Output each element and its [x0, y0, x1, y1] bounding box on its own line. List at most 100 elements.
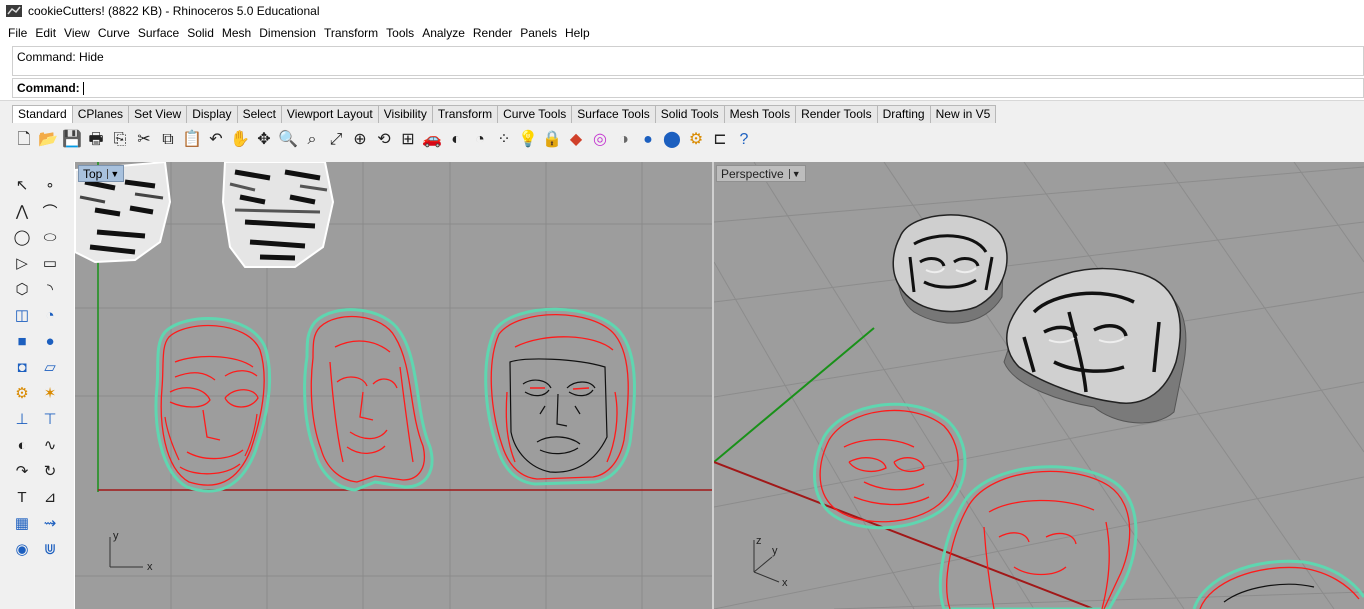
menu-analyze[interactable]: Analyze	[418, 26, 469, 40]
menu-help[interactable]: Help	[561, 26, 594, 40]
tab-mesh-tools[interactable]: Mesh Tools	[723, 105, 797, 123]
help-icon[interactable]: ?	[734, 129, 754, 151]
hide-icon[interactable]: ◐	[446, 129, 466, 151]
trim-icon[interactable]: ⊥	[10, 408, 34, 430]
viewport-menu-arrow-icon[interactable]: ▼	[107, 168, 119, 179]
top-viewport-canvas[interactable]: y x	[75, 162, 712, 609]
render-icon[interactable]: ⬤	[662, 129, 682, 151]
print-icon[interactable]: 🖶	[86, 129, 106, 151]
lock-icon[interactable]: 🔒	[542, 129, 562, 151]
tab-set-view[interactable]: Set View	[128, 105, 188, 123]
point-icon[interactable]: ∘	[38, 174, 62, 196]
select-icon[interactable]: ↖	[10, 174, 34, 196]
cylinder-icon[interactable]: ◘	[10, 356, 34, 378]
curve-offset-icon[interactable]: ↷	[10, 460, 34, 482]
open-icon[interactable]: 📂	[38, 129, 58, 151]
top-viewport[interactable]: y x Top ▼	[75, 162, 712, 609]
menu-surface[interactable]: Surface	[134, 26, 183, 40]
paste-icon[interactable]: 📋	[182, 129, 202, 151]
tab-visibility[interactable]: Visibility	[377, 105, 433, 123]
surface-icon[interactable]: ◫	[10, 304, 34, 326]
boolean-icon[interactable]: ⚙	[10, 382, 34, 404]
layers-icon[interactable]: ◆	[566, 129, 586, 151]
menu-solid[interactable]: Solid	[183, 26, 218, 40]
menu-edit[interactable]: Edit	[31, 26, 60, 40]
light-icon[interactable]: 💡	[518, 129, 538, 151]
box-icon[interactable]: ■	[10, 330, 34, 352]
gumball-icon[interactable]: ◉	[10, 538, 34, 560]
curve-icon[interactable]: ⌒	[38, 200, 62, 222]
menu-panels[interactable]: Panels	[516, 26, 561, 40]
zoom-dynamic-icon[interactable]: 🔍	[278, 129, 298, 151]
tab-surface-tools[interactable]: Surface Tools	[571, 105, 656, 123]
dimension-icon[interactable]: ⊏	[710, 129, 730, 151]
menu-dimension[interactable]: Dimension	[255, 26, 320, 40]
tab-curve-tools[interactable]: Curve Tools	[497, 105, 573, 123]
viewport-layout-icon[interactable]: ⊞	[398, 129, 418, 151]
undo-icon[interactable]: ↶	[206, 129, 226, 151]
split-icon[interactable]: ⊤	[38, 408, 62, 430]
menu-render[interactable]: Render	[469, 26, 516, 40]
import-icon[interactable]: ⎘	[110, 129, 130, 151]
ellipse-icon[interactable]: ⬭	[38, 226, 62, 248]
circle-icon[interactable]: ◯	[10, 226, 34, 248]
zoom-window-icon[interactable]: ⌕	[302, 129, 322, 151]
flow-icon[interactable]: ⇝	[38, 512, 62, 534]
array-icon[interactable]: ▦	[10, 512, 34, 534]
viewport-menu-arrow-icon[interactable]: ▼	[788, 168, 801, 179]
save-icon[interactable]: 💾	[62, 129, 82, 151]
perspective-viewport-canvas[interactable]: z y x	[714, 162, 1364, 609]
tab-solid-tools[interactable]: Solid Tools	[654, 105, 725, 123]
text-icon[interactable]: T	[10, 486, 34, 508]
sphere-icon[interactable]: ●	[38, 330, 62, 352]
hexagon-icon[interactable]: ⬡	[10, 278, 34, 300]
polygon-icon[interactable]: ▷	[10, 252, 34, 274]
car-icon[interactable]: 🚗	[422, 129, 442, 151]
cut-icon[interactable]: ✂	[134, 129, 154, 151]
tab-new-in-v5[interactable]: New in V5	[929, 105, 997, 123]
polyline-icon[interactable]: ⋀	[10, 200, 34, 222]
color-wheel-icon[interactable]: ◎	[590, 129, 610, 151]
tab-cplanes[interactable]: CPlanes	[71, 105, 130, 123]
viewport-name[interactable]: Top	[83, 167, 102, 181]
sphere-icon[interactable]: ●	[638, 129, 658, 151]
copy-icon[interactable]: ⧉	[158, 129, 178, 151]
menu-curve[interactable]: Curve	[94, 26, 134, 40]
top-viewport-title[interactable]: Top ▼	[78, 165, 125, 182]
explode-icon[interactable]: ✶	[38, 382, 62, 404]
menu-view[interactable]: View	[60, 26, 94, 40]
revolve-icon[interactable]: ◔	[38, 304, 62, 326]
perspective-viewport-title[interactable]: Perspective ▼	[716, 165, 806, 182]
tab-viewport-layout[interactable]: Viewport Layout	[280, 105, 379, 123]
analysis-icon[interactable]: ⋓	[38, 538, 62, 560]
extrude-icon[interactable]: ▱	[38, 356, 62, 378]
tab-select[interactable]: Select	[236, 105, 282, 123]
shell-icon[interactable]: ◐	[10, 434, 34, 456]
tab-drafting[interactable]: Drafting	[876, 105, 931, 123]
shade-icon[interactable]: ◔	[470, 129, 490, 151]
command-line[interactable]: Command:	[12, 78, 1364, 98]
pan-icon[interactable]: ✋	[230, 129, 250, 151]
named-views-icon[interactable]: ⟲	[374, 129, 394, 151]
menu-tools[interactable]: Tools	[382, 26, 418, 40]
viewport-name[interactable]: Perspective	[721, 167, 784, 181]
material-icon[interactable]: ◑	[614, 129, 634, 151]
menu-file[interactable]: File	[4, 26, 31, 40]
menu-mesh[interactable]: Mesh	[218, 26, 255, 40]
new-icon[interactable]: 🗋	[14, 129, 34, 151]
tab-display[interactable]: Display	[186, 105, 238, 123]
tab-standard[interactable]: Standard	[12, 105, 73, 123]
menu-transform[interactable]: Transform	[320, 26, 382, 40]
rotate-view-icon[interactable]: ✥	[254, 129, 274, 151]
dimension-icon[interactable]: ⊿	[38, 486, 62, 508]
gear-icon[interactable]: ⚙	[686, 129, 706, 151]
zoom-selected-icon[interactable]: ⊕	[350, 129, 370, 151]
perspective-viewport[interactable]: z y x Perspective ▼	[714, 162, 1364, 609]
fillet-icon[interactable]: ◝	[38, 278, 62, 300]
blend-icon[interactable]: ∿	[38, 434, 62, 456]
points-on-icon[interactable]: ⁘	[494, 129, 514, 151]
zoom-extents-icon[interactable]: ⤢	[326, 129, 346, 151]
tab-render-tools[interactable]: Render Tools	[795, 105, 878, 123]
tab-transform[interactable]: Transform	[431, 105, 499, 123]
curve-fillet-icon[interactable]: ↻	[38, 460, 62, 482]
